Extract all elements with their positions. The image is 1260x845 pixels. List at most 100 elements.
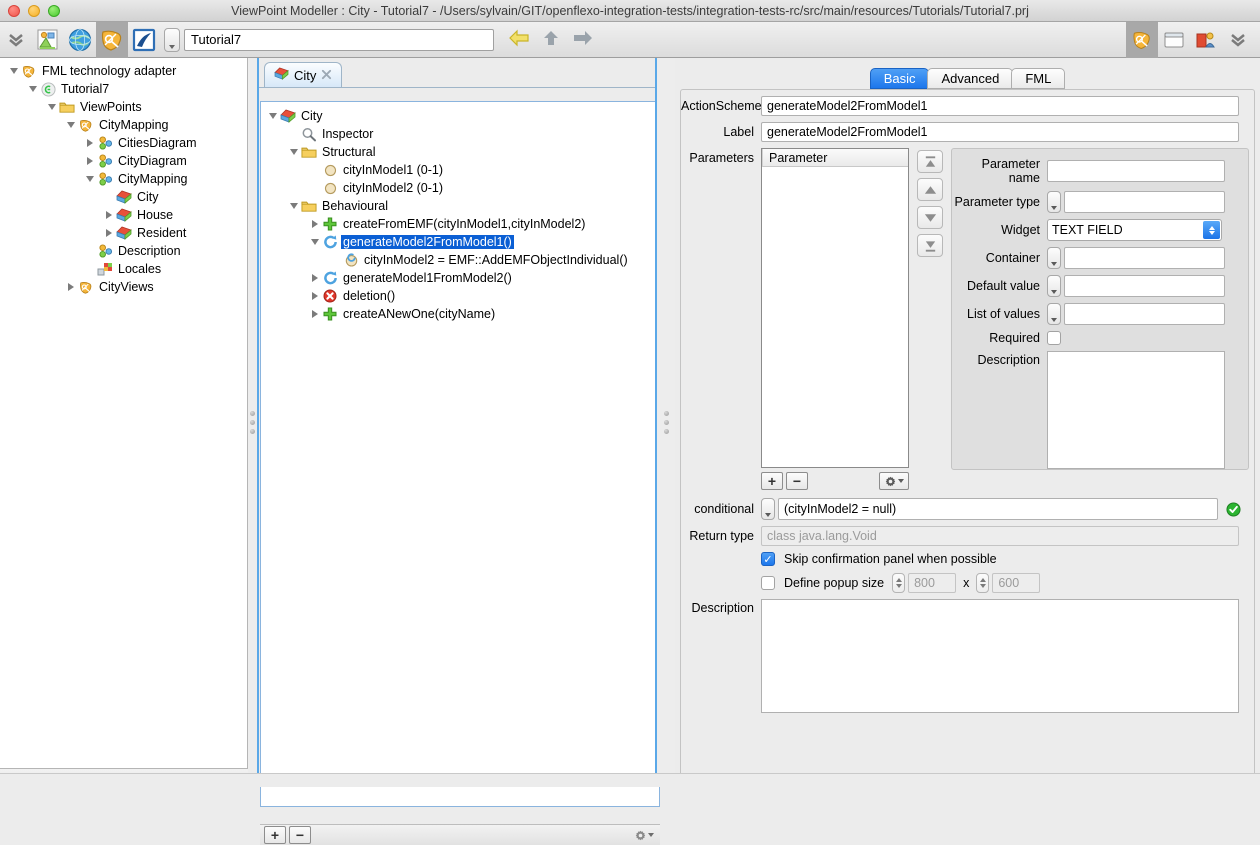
move-to-top-icon[interactable] bbox=[917, 150, 943, 173]
tree-item[interactable]: City bbox=[0, 188, 247, 206]
add-button[interactable]: + bbox=[264, 826, 286, 844]
tree-item[interactable]: House bbox=[0, 206, 247, 224]
tree-twisty-open[interactable] bbox=[8, 65, 20, 77]
tab-fml[interactable]: FML bbox=[1011, 68, 1066, 89]
parameter-type-dropdown[interactable] bbox=[1047, 191, 1061, 213]
chevrons-down-icon[interactable] bbox=[1222, 23, 1254, 57]
tree-item[interactable]: cityInModel2 = EMF::AddEMFObjectIndividu… bbox=[261, 251, 659, 269]
project-tree[interactable]: FML technology adapter Tutorial7 ViewPoint… bbox=[0, 58, 247, 296]
path-dropdown-button[interactable] bbox=[164, 27, 180, 52]
chevron-updown-icon[interactable] bbox=[1203, 221, 1220, 239]
tree-item[interactable]: CitiesDiagram bbox=[0, 134, 247, 152]
tree-twisty-closed[interactable] bbox=[84, 137, 96, 149]
define-popup-size-checkbox[interactable] bbox=[761, 576, 775, 590]
description-textarea[interactable] bbox=[761, 599, 1239, 713]
left-splitter[interactable] bbox=[248, 58, 259, 787]
default-value-dropdown[interactable] bbox=[1047, 275, 1061, 297]
up-arrow-icon[interactable] bbox=[542, 29, 560, 50]
tree-item[interactable]: createFromEMF(cityInModel1,cityInModel2) bbox=[261, 215, 659, 233]
tab-advanced[interactable]: Advanced bbox=[927, 68, 1014, 89]
concept-tree[interactable]: City Inspector Structural cityInModel1 (0-1… bbox=[261, 102, 659, 323]
tree-twisty-closed[interactable] bbox=[103, 227, 115, 239]
parameters-table[interactable]: Parameter bbox=[761, 148, 909, 468]
gear-icon[interactable] bbox=[879, 472, 909, 490]
fml-shield-icon[interactable] bbox=[1126, 22, 1158, 58]
right-splitter[interactable] bbox=[655, 58, 675, 787]
container-input[interactable] bbox=[1064, 247, 1225, 269]
globe-icon[interactable] bbox=[64, 23, 96, 57]
tree-twisty-closed[interactable] bbox=[309, 290, 321, 302]
tab-basic[interactable]: Basic bbox=[869, 68, 930, 89]
tree-twisty-closed[interactable] bbox=[103, 209, 115, 221]
list-of-values-dropdown[interactable] bbox=[1047, 303, 1061, 325]
perspective-icon[interactable] bbox=[1190, 23, 1222, 57]
tree-item[interactable]: CityViews bbox=[0, 278, 247, 296]
tree-twisty-closed[interactable] bbox=[309, 308, 321, 320]
tree-item[interactable]: cityInModel2 (0-1) bbox=[261, 179, 659, 197]
chevrons-down-icon[interactable] bbox=[0, 23, 32, 57]
add-parameter-button[interactable]: + bbox=[761, 472, 783, 490]
parameter-description-textarea[interactable] bbox=[1047, 351, 1225, 469]
move-up-icon[interactable] bbox=[917, 178, 943, 201]
move-to-bottom-icon[interactable] bbox=[917, 234, 943, 257]
tree-item[interactable]: generateModel2FromModel1() bbox=[261, 233, 659, 251]
tree-item[interactable]: ViewPoints bbox=[0, 98, 247, 116]
popup-width-input[interactable]: 800 bbox=[908, 573, 957, 593]
window-controls[interactable] bbox=[8, 5, 60, 17]
conditional-dropdown[interactable] bbox=[761, 498, 775, 520]
tree-item[interactable]: generateModel1FromModel2() bbox=[261, 269, 659, 287]
tree-item[interactable]: deletion() bbox=[261, 287, 659, 305]
tree-twisty-open[interactable] bbox=[288, 146, 300, 158]
popup-height-input[interactable]: 600 bbox=[992, 573, 1041, 593]
tree-item[interactable]: cityInModel1 (0-1) bbox=[261, 161, 659, 179]
tree-item[interactable]: City bbox=[261, 107, 659, 125]
tree-twisty-closed[interactable] bbox=[309, 272, 321, 284]
list-of-values-input[interactable] bbox=[1064, 303, 1225, 325]
tree-twisty-open[interactable] bbox=[84, 173, 96, 185]
tree-twisty-closed[interactable] bbox=[309, 218, 321, 230]
remove-button[interactable]: − bbox=[289, 826, 311, 844]
tree-item[interactable]: Structural bbox=[261, 143, 659, 161]
tree-twisty-closed[interactable] bbox=[84, 155, 96, 167]
skip-confirmation-checkbox[interactable]: ✓ bbox=[761, 552, 775, 566]
tree-item[interactable]: Locales bbox=[0, 260, 247, 278]
tree-twisty-open[interactable] bbox=[27, 83, 39, 95]
minimize-window-button[interactable] bbox=[28, 5, 40, 17]
tree-twisty-closed[interactable] bbox=[65, 281, 77, 293]
tree-item[interactable]: CityMapping bbox=[0, 116, 247, 134]
tree-item[interactable]: Behavioural bbox=[261, 197, 659, 215]
tree-twisty-open[interactable] bbox=[309, 236, 321, 248]
tree-item[interactable]: Resident bbox=[0, 224, 247, 242]
tree-item[interactable]: CityDiagram bbox=[0, 152, 247, 170]
tree-twisty-open[interactable] bbox=[288, 200, 300, 212]
tree-twisty-open[interactable] bbox=[267, 110, 279, 122]
remove-parameter-button[interactable]: − bbox=[786, 472, 808, 490]
splitter-grip[interactable] bbox=[663, 411, 669, 434]
widget-select[interactable]: TEXT FIELD bbox=[1047, 219, 1222, 241]
maximize-window-button[interactable] bbox=[48, 5, 60, 17]
diagram-image-icon[interactable] bbox=[32, 23, 64, 57]
parameter-type-input[interactable] bbox=[1064, 191, 1225, 213]
tree-item[interactable]: Tutorial7 bbox=[0, 80, 247, 98]
splitter-grip[interactable] bbox=[250, 411, 255, 434]
default-value-input[interactable] bbox=[1064, 275, 1225, 297]
tree-twisty-open[interactable] bbox=[46, 101, 58, 113]
tree-item[interactable]: Description bbox=[0, 242, 247, 260]
tab-city[interactable]: City bbox=[264, 62, 343, 87]
tree-item[interactable]: CityMapping bbox=[0, 170, 247, 188]
move-down-icon[interactable] bbox=[917, 206, 943, 229]
label-input[interactable]: generateModel2FromModel1 bbox=[761, 122, 1239, 142]
action-scheme-input[interactable]: generateModel2FromModel1 bbox=[761, 96, 1239, 116]
parameter-name-input[interactable] bbox=[1047, 160, 1225, 182]
popup-height-stepper[interactable] bbox=[976, 573, 990, 593]
conditional-input[interactable]: (cityInModel2 = null) bbox=[778, 498, 1218, 520]
window-icon[interactable] bbox=[1158, 23, 1190, 57]
tree-twisty-open[interactable] bbox=[65, 119, 77, 131]
tree-item[interactable]: Inspector bbox=[261, 125, 659, 143]
back-arrow-icon[interactable] bbox=[508, 29, 530, 50]
close-icon[interactable] bbox=[321, 68, 332, 83]
path-input[interactable]: Tutorial7 bbox=[184, 28, 494, 51]
container-dropdown[interactable] bbox=[1047, 247, 1061, 269]
popup-width-stepper[interactable] bbox=[892, 573, 906, 593]
editor-pen-icon[interactable] bbox=[128, 23, 160, 57]
